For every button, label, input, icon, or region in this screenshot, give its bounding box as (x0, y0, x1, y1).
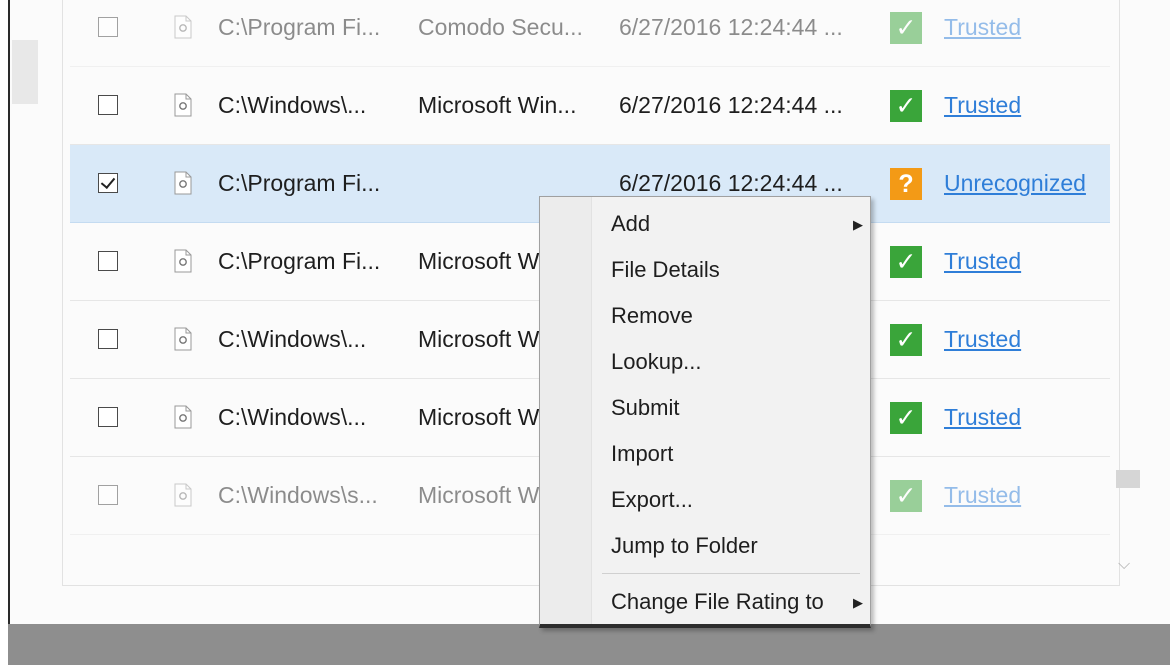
menu-item-file-details[interactable]: File Details (611, 254, 720, 286)
menu-item-label: Jump to Folder (611, 533, 758, 558)
check-icon: ✓ (890, 324, 922, 356)
menu-item-label: Import (611, 441, 674, 466)
rating-link[interactable]: Trusted (944, 481, 1021, 509)
row-checkbox[interactable] (98, 251, 118, 271)
row-checkbox[interactable] (98, 329, 118, 349)
file-path: C:\Windows\s... (218, 482, 378, 508)
menu-item-change-file-rating[interactable]: Change File Rating to ▶ (611, 586, 863, 618)
table-row[interactable]: C:\Program Fi... Comodo Secu... 6/27/201… (70, 0, 1110, 67)
file-path: C:\Program Fi... (218, 248, 381, 274)
file-path: C:\Windows\... (218, 92, 367, 118)
check-icon: ✓ (890, 246, 922, 278)
file-icon (174, 249, 192, 273)
menu-item-label: File Details (611, 257, 720, 282)
check-icon: ✓ (890, 90, 922, 122)
scrollbar-thumb[interactable] (1116, 470, 1140, 488)
row-checkbox[interactable] (98, 407, 118, 427)
submenu-arrow-icon: ▶ (853, 217, 863, 232)
rating-link[interactable]: Trusted (944, 325, 1021, 353)
menu-item-lookup[interactable]: Lookup... (611, 346, 702, 378)
check-icon: ✓ (890, 480, 922, 512)
rating-link[interactable]: Trusted (944, 247, 1021, 275)
rating-link[interactable]: Trusted (944, 13, 1021, 41)
menu-item-label: Remove (611, 303, 693, 328)
row-checkbox[interactable] (98, 95, 118, 115)
menu-separator (602, 573, 860, 574)
bottom-bar (8, 624, 1170, 665)
rating-link[interactable]: Trusted (944, 91, 1021, 119)
rating-link[interactable]: Unrecognized (944, 169, 1086, 197)
check-icon: ✓ (890, 12, 922, 44)
file-icon (174, 93, 192, 117)
row-checkbox[interactable] (98, 17, 118, 37)
context-menu: Add ▶ File Details Remove Lookup... Subm… (539, 196, 871, 628)
menu-item-jump-to-folder[interactable]: Jump to Folder (611, 530, 758, 562)
submenu-arrow-icon: ▶ (853, 595, 863, 610)
menu-icon-gutter (540, 197, 592, 624)
file-icon (174, 15, 192, 39)
check-icon: ✓ (890, 402, 922, 434)
file-path: C:\Program Fi... (218, 170, 381, 196)
menu-item-remove[interactable]: Remove (611, 300, 693, 332)
file-path: C:\Windows\... (218, 326, 367, 352)
left-panel-edge (12, 40, 38, 104)
menu-item-label: Change File Rating to (611, 589, 824, 614)
menu-item-add[interactable]: Add ▶ (611, 208, 863, 240)
file-icon (174, 327, 192, 351)
file-path: C:\Windows\... (218, 404, 367, 430)
file-vendor: Microsoft W (418, 404, 540, 430)
question-icon: ? (890, 168, 922, 200)
menu-item-label: Submit (611, 395, 680, 420)
file-date: 6/27/2016 12:24:44 ... (619, 170, 843, 196)
file-vendor: Microsoft W (418, 326, 540, 352)
file-date: 6/27/2016 12:24:44 ... (619, 14, 843, 40)
file-date: 6/27/2016 12:24:44 ... (619, 92, 843, 118)
file-vendor: Microsoft W (418, 248, 540, 274)
menu-item-label: Add (611, 211, 651, 236)
table-row[interactable]: C:\Windows\... Microsoft Win... 6/27/201… (70, 67, 1110, 145)
file-icon (174, 483, 192, 507)
menu-item-submit[interactable]: Submit (611, 392, 679, 424)
row-checkbox-checked[interactable] (98, 173, 118, 193)
file-vendor: Microsoft Win... (418, 92, 577, 118)
file-vendor: Microsoft W (418, 482, 540, 508)
file-icon (174, 171, 192, 195)
menu-item-label: Export... (611, 487, 693, 512)
menu-item-export[interactable]: Export... (611, 484, 693, 516)
menu-item-import[interactable]: Import (611, 438, 673, 470)
file-path: C:\Program Fi... (218, 14, 381, 40)
scroll-down-icon[interactable]: ⌵ (1118, 556, 1130, 574)
file-vendor: Comodo Secu... (418, 14, 583, 40)
row-checkbox[interactable] (98, 485, 118, 505)
file-icon (174, 405, 192, 429)
rating-link[interactable]: Trusted (944, 403, 1021, 431)
menu-item-label: Lookup... (611, 349, 702, 374)
